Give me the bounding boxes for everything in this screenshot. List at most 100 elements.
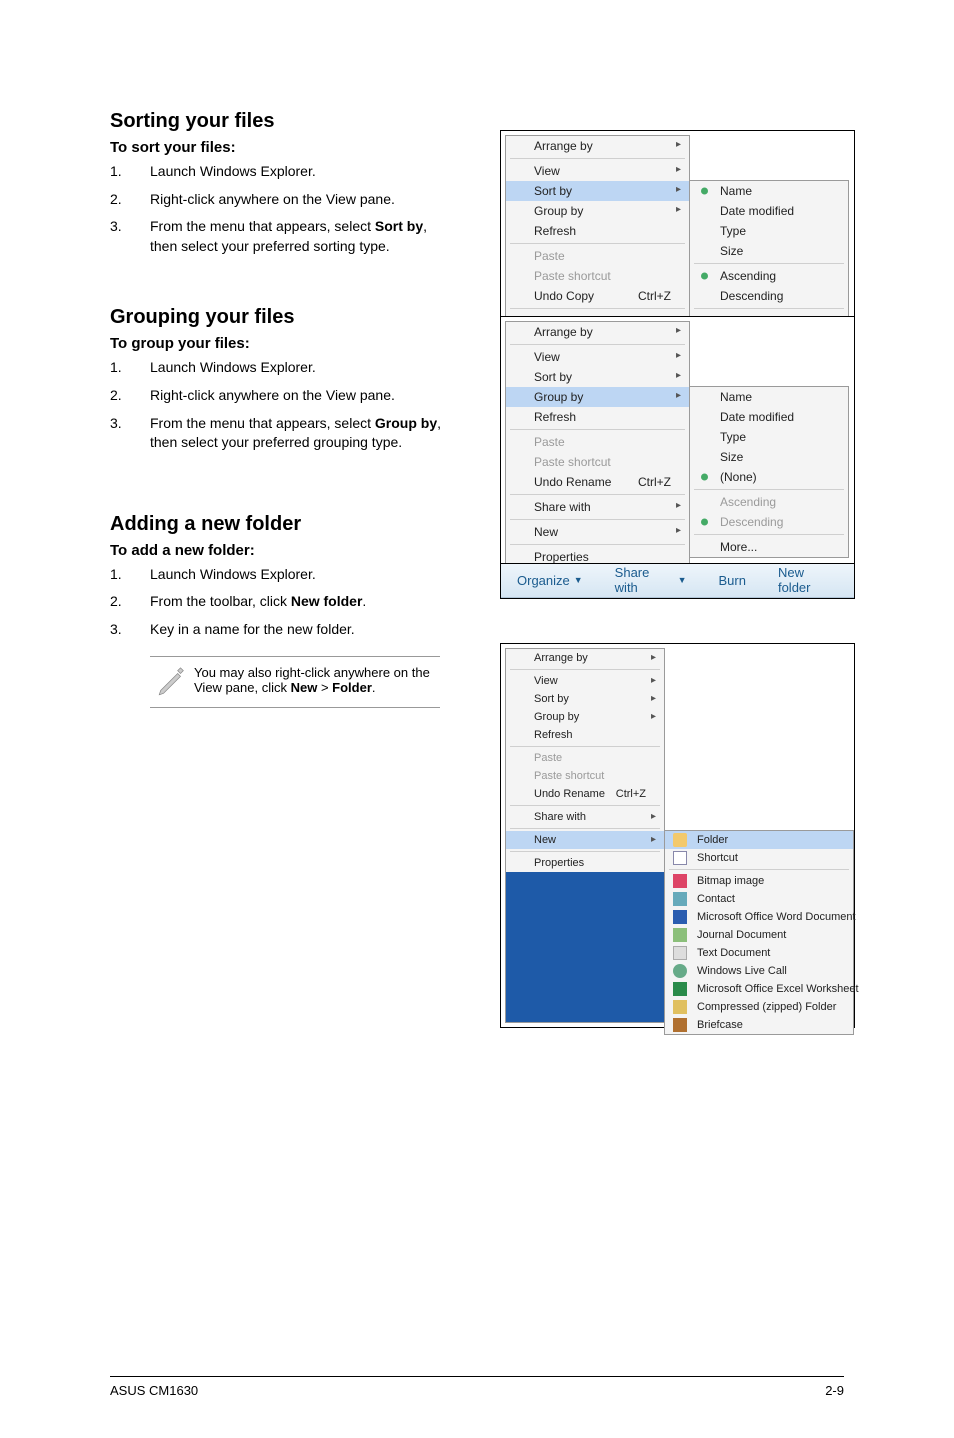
group-date-modified[interactable]: Date modified (690, 407, 848, 427)
menu-refresh[interactable]: Refresh (506, 407, 689, 427)
sort-date-modified[interactable]: Date modified (690, 201, 848, 221)
menu-view[interactable]: View (506, 672, 664, 690)
new-shortcut[interactable]: Shortcut (665, 849, 853, 867)
menu-paste-shortcut: Paste shortcut (506, 452, 689, 472)
step-1: 1. Launch Windows Explorer. (110, 565, 450, 585)
menu-undo-rename[interactable]: Undo Rename Ctrl+Z (506, 785, 664, 803)
menu-paste-shortcut: Paste shortcut (506, 767, 664, 785)
shortcut-icon (673, 851, 687, 865)
separator (510, 805, 660, 806)
chevron-down-icon: ▼ (678, 575, 687, 585)
separator (510, 669, 660, 670)
menu-group-by[interactable]: Group by Name Date modified Type Size (N… (506, 387, 689, 407)
menu-paste: Paste (506, 432, 689, 452)
menu-paste: Paste (506, 749, 664, 767)
section-grouping: Grouping your files To group your files:… (110, 306, 844, 452)
sort-descending[interactable]: Descending (690, 286, 848, 306)
separator (510, 344, 685, 345)
subhead-newfolder: To add a new folder: (110, 542, 844, 559)
menu-view[interactable]: View (506, 161, 689, 181)
footer-page: 2-9 (825, 1383, 844, 1398)
step-2: 2. Right-click anywhere on the View pane… (110, 190, 450, 210)
note-text: You may also right-click anywhere on the… (194, 665, 440, 699)
chevron-down-icon: ▼ (574, 575, 583, 585)
menu-paste-shortcut: Paste shortcut (506, 266, 689, 286)
step-3: 3. From the menu that appears, select So… (110, 217, 450, 256)
menu-sort-by[interactable]: Sort by (506, 690, 664, 708)
menu-view[interactable]: View (506, 347, 689, 367)
menu-properties[interactable]: Properties (506, 854, 664, 872)
step-3: 3. From the menu that appears, select Gr… (110, 414, 450, 453)
page-footer: ASUS CM1630 2-9 (110, 1376, 844, 1398)
contact-icon (673, 892, 687, 906)
toolbar-new-folder[interactable]: New folder (762, 565, 854, 595)
folder-icon (673, 833, 687, 847)
toolbar-organize[interactable]: Organize▼ (501, 573, 599, 588)
briefcase-icon (673, 1018, 687, 1032)
group-ascending: Ascending (690, 492, 848, 512)
screenshot-new-submenu: Arrange by View Sort by Group by Refresh… (500, 643, 855, 1028)
sort-ascending[interactable]: Ascending (690, 266, 848, 286)
group-none[interactable]: (None) (690, 467, 848, 487)
journal-icon (673, 928, 687, 942)
menu-arrange-by[interactable]: Arrange by (506, 136, 689, 156)
new-submenu: Folder Shortcut Bitmap image Contact Mic… (664, 830, 854, 1035)
separator (510, 828, 660, 829)
menu-undo-rename[interactable]: Undo Rename Ctrl+Z (506, 472, 689, 492)
new-briefcase[interactable]: Briefcase (665, 1016, 853, 1034)
separator (669, 869, 849, 870)
separator (510, 746, 660, 747)
new-zip[interactable]: Compressed (zipped) Folder (665, 998, 853, 1016)
footer-product: ASUS CM1630 (110, 1383, 198, 1398)
group-type[interactable]: Type (690, 427, 848, 447)
new-journal[interactable]: Journal Document (665, 926, 853, 944)
group-name[interactable]: Name (690, 387, 848, 407)
menu-arrange-by[interactable]: Arrange by (506, 649, 664, 667)
menu-new[interactable]: New Folder Shortcut Bitmap image Contact… (506, 831, 664, 849)
menu-undo-copy[interactable]: Undo Copy Ctrl+Z (506, 286, 689, 306)
heading-newfolder: Adding a new folder (110, 513, 844, 536)
step-3: 3. Key in a name for the new folder. (110, 620, 450, 640)
group-size[interactable]: Size (690, 447, 848, 467)
section-sorting: Sorting your files To sort your files: 1… (110, 110, 844, 256)
menu-share-with[interactable]: Share with (506, 808, 664, 826)
step-2: 2. Right-click anywhere on the View pane… (110, 386, 450, 406)
word-icon (673, 910, 687, 924)
section-newfolder: Adding a new folder To add a new folder:… (110, 513, 844, 708)
sort-size[interactable]: Size (690, 241, 848, 261)
note-block: You may also right-click anywhere on the… (150, 656, 440, 708)
menu-sort-by[interactable]: Sort by (506, 367, 689, 387)
new-excel[interactable]: Microsoft Office Excel Worksheet (665, 980, 853, 998)
selected-background (506, 872, 664, 1022)
toolbar-burn[interactable]: Burn (703, 573, 762, 588)
new-folder[interactable]: Folder (665, 831, 853, 849)
explorer-toolbar: Organize▼ Share with▼ Burn New folder (501, 564, 854, 598)
new-word[interactable]: Microsoft Office Word Document (665, 908, 853, 926)
menu-refresh[interactable]: Refresh (506, 726, 664, 744)
new-text[interactable]: Text Document (665, 944, 853, 962)
menu-group-by[interactable]: Group by (506, 708, 664, 726)
excel-icon (673, 982, 687, 996)
menu-sort-by[interactable]: Sort by Name Date modified Type Size Asc… (506, 181, 689, 201)
separator (510, 243, 685, 244)
sort-name[interactable]: Name (690, 181, 848, 201)
separator (694, 263, 844, 264)
step-2: 2. From the toolbar, click New folder. (110, 592, 450, 612)
sort-type[interactable]: Type (690, 221, 848, 241)
new-contact[interactable]: Contact (665, 890, 853, 908)
zip-icon (673, 1000, 687, 1014)
menu-paste: Paste (506, 246, 689, 266)
new-bitmap[interactable]: Bitmap image (665, 872, 853, 890)
step-1: 1. Launch Windows Explorer. (110, 162, 450, 182)
menu-arrange-by[interactable]: Arrange by (506, 322, 689, 342)
toolbar-share-with[interactable]: Share with▼ (599, 565, 703, 595)
separator (510, 494, 685, 495)
screenshot-toolbar: Organize▼ Share with▼ Burn New folder (500, 563, 855, 599)
new-livecall[interactable]: Windows Live Call (665, 962, 853, 980)
menu-refresh[interactable]: Refresh (506, 221, 689, 241)
text-icon (673, 946, 687, 960)
pencil-icon (150, 665, 194, 699)
livecall-icon (673, 964, 687, 978)
separator (510, 851, 660, 852)
menu-group-by[interactable]: Group by (506, 201, 689, 221)
